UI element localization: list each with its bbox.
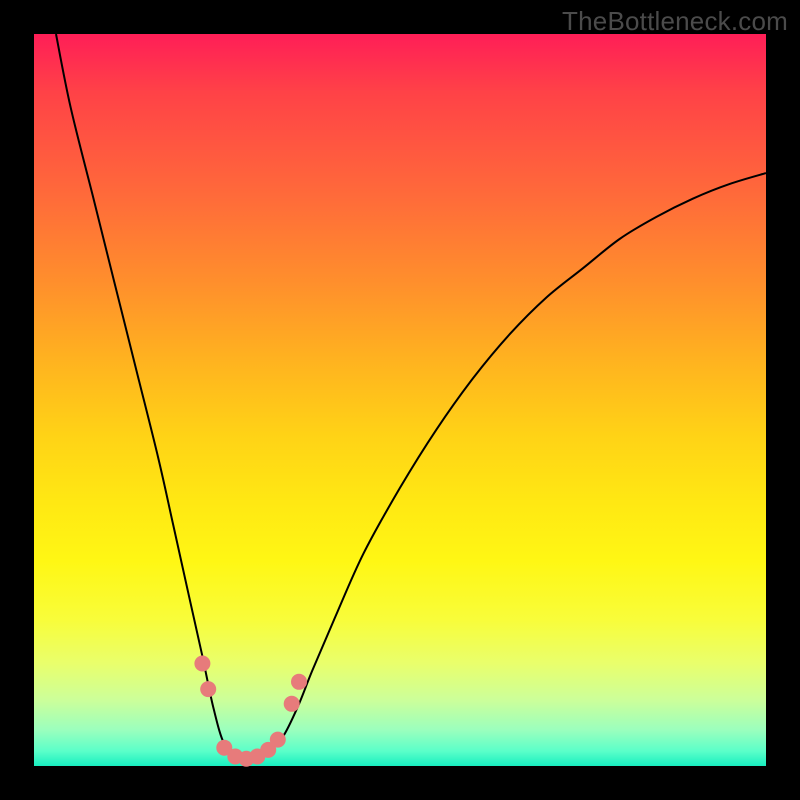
data-marker bbox=[291, 674, 307, 690]
chart-frame: TheBottleneck.com bbox=[0, 0, 800, 800]
chart-overlay bbox=[34, 34, 766, 766]
data-markers bbox=[194, 656, 307, 767]
data-marker bbox=[194, 656, 210, 672]
bottleneck-curve bbox=[56, 34, 766, 760]
data-marker bbox=[270, 732, 286, 748]
data-marker bbox=[200, 681, 216, 697]
watermark-text: TheBottleneck.com bbox=[562, 6, 788, 37]
data-marker bbox=[284, 696, 300, 712]
